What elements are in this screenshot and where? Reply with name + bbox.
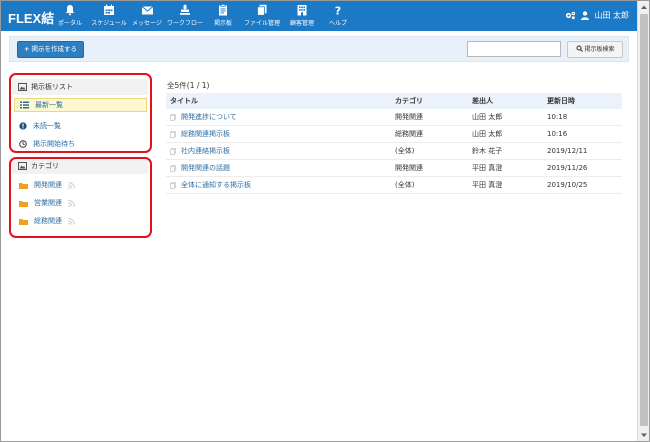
nav-files[interactable]: ファイル管理 bbox=[242, 4, 282, 30]
user-menu[interactable]: 山田 太郎 bbox=[565, 10, 629, 21]
bulletin-table: タイトル カテゴリ 差出人 更新日時 開発進捗について 開発関連 山田 太郎 1… bbox=[166, 93, 622, 194]
row-updated: 2019/10/25 bbox=[547, 181, 588, 189]
document-icon bbox=[170, 164, 176, 172]
row-category: (全体) bbox=[395, 147, 415, 155]
table-row[interactable]: 開発関連の話題 開発関連 平田 真澄 2019/11/26 bbox=[166, 160, 622, 177]
bulletin-search-input[interactable] bbox=[467, 41, 561, 57]
row-sender: 山田 太郎 bbox=[472, 130, 503, 138]
highlight-box-list bbox=[9, 73, 152, 153]
highlight-box-category bbox=[9, 157, 152, 238]
table-row[interactable]: 開発進捗について 開発関連 山田 太郎 10:18 bbox=[166, 109, 622, 126]
user-name: 山田 太郎 bbox=[594, 11, 629, 20]
table-row[interactable]: 総務関連掲示板 総務関連 山田 太郎 10:16 bbox=[166, 126, 622, 143]
top-navbar: FLEX結 ポータル スケジュール メッセージ ワークフロー 掲示板 ファイル管… bbox=[1, 1, 637, 31]
row-sender: 山田 太郎 bbox=[472, 113, 503, 121]
search-icon bbox=[576, 45, 583, 52]
row-sender: 鈴木 花子 bbox=[472, 147, 503, 155]
bulletin-toolbar: + 掲示を作成する 掲示板検索 bbox=[9, 36, 629, 62]
nav-customers[interactable]: 顧客管理 bbox=[284, 4, 320, 30]
scroll-down-arrow-icon[interactable] bbox=[638, 429, 650, 441]
vertical-scrollbar[interactable] bbox=[637, 1, 649, 441]
bulletin-search-label: 掲示板検索 bbox=[584, 46, 615, 53]
document-icon bbox=[170, 147, 176, 155]
row-title-link[interactable]: 全体に通知する掲示板 bbox=[181, 180, 251, 190]
nav-label: スケジュール bbox=[91, 20, 127, 27]
nav-label: メッセージ bbox=[132, 20, 162, 27]
result-count: 全5件(1 / 1) bbox=[167, 81, 210, 90]
files-icon bbox=[257, 4, 267, 16]
create-bulletin-button[interactable]: + 掲示を作成する bbox=[17, 41, 85, 58]
row-title-link[interactable]: 開発関連の話題 bbox=[181, 163, 230, 173]
column-header-category[interactable]: カテゴリ bbox=[395, 96, 472, 106]
nav-label: 掲示板 bbox=[213, 20, 232, 27]
envelope-icon bbox=[141, 6, 153, 15]
nav-message[interactable]: メッセージ bbox=[131, 4, 163, 30]
column-header-updated[interactable]: 更新日時 bbox=[547, 96, 622, 106]
row-updated: 2019/12/11 bbox=[547, 147, 588, 155]
svg-text:?: ? bbox=[335, 5, 341, 17]
row-category: 開発関連 bbox=[395, 113, 423, 121]
row-category: 開発関連 bbox=[395, 164, 423, 172]
row-sender: 平田 真澄 bbox=[472, 164, 503, 172]
scroll-up-arrow-icon[interactable] bbox=[638, 1, 650, 13]
calendar-icon bbox=[104, 4, 114, 15]
row-category: (全体) bbox=[395, 181, 415, 189]
nav-label: ヘルプ bbox=[328, 20, 347, 27]
nav-label: ファイル管理 bbox=[243, 20, 280, 27]
nav-workflow[interactable]: ワークフロー bbox=[167, 4, 203, 30]
question-icon: ? bbox=[335, 5, 341, 17]
building-icon bbox=[297, 5, 307, 16]
table-row[interactable]: 全体に通知する掲示板 (全体) 平田 真澄 2019/10/25 bbox=[166, 177, 622, 194]
row-title-link[interactable]: 総務関連掲示板 bbox=[181, 129, 230, 139]
bell-icon bbox=[65, 5, 75, 16]
app-brand[interactable]: FLEX結 bbox=[8, 8, 54, 27]
row-sender: 平田 真澄 bbox=[472, 181, 503, 189]
nav-label: ワークフロー bbox=[167, 20, 204, 27]
nav-bulletin[interactable]: 掲示板 bbox=[208, 4, 238, 30]
row-updated: 2019/11/26 bbox=[547, 164, 588, 172]
stamp-icon bbox=[180, 4, 190, 15]
nav-help[interactable]: ? ヘルプ bbox=[325, 4, 351, 30]
row-updated: 10:18 bbox=[547, 113, 568, 121]
nav-portal[interactable]: ポータル bbox=[55, 4, 85, 30]
document-icon bbox=[170, 130, 176, 138]
row-category: 総務関連 bbox=[395, 130, 423, 138]
document-icon bbox=[170, 181, 176, 189]
row-updated: 10:16 bbox=[547, 130, 568, 138]
row-title-link[interactable]: 開発進捗について bbox=[181, 112, 237, 122]
scroll-thumb[interactable] bbox=[640, 14, 648, 426]
table-header: タイトル カテゴリ 差出人 更新日時 bbox=[166, 93, 622, 109]
table-row[interactable]: 社内連絡掲示板 (全体) 鈴木 花子 2019/12/11 bbox=[166, 143, 622, 160]
nav-label: 顧客管理 bbox=[289, 20, 314, 27]
document-icon bbox=[170, 113, 176, 121]
gears-icon[interactable] bbox=[565, 11, 576, 20]
column-header-title[interactable]: タイトル bbox=[166, 96, 395, 106]
user-icon bbox=[581, 11, 590, 20]
nav-schedule[interactable]: スケジュール bbox=[90, 4, 128, 30]
bulletin-search-button[interactable]: 掲示板検索 bbox=[567, 41, 623, 58]
plus-icon: + bbox=[24, 45, 30, 53]
create-bulletin-label: 掲示を作成する bbox=[31, 45, 78, 53]
nav-label: ポータル bbox=[57, 20, 82, 27]
row-title-link[interactable]: 社内連絡掲示板 bbox=[181, 146, 230, 156]
column-header-sender[interactable]: 差出人 bbox=[472, 96, 547, 106]
clipboard-icon bbox=[219, 4, 227, 16]
